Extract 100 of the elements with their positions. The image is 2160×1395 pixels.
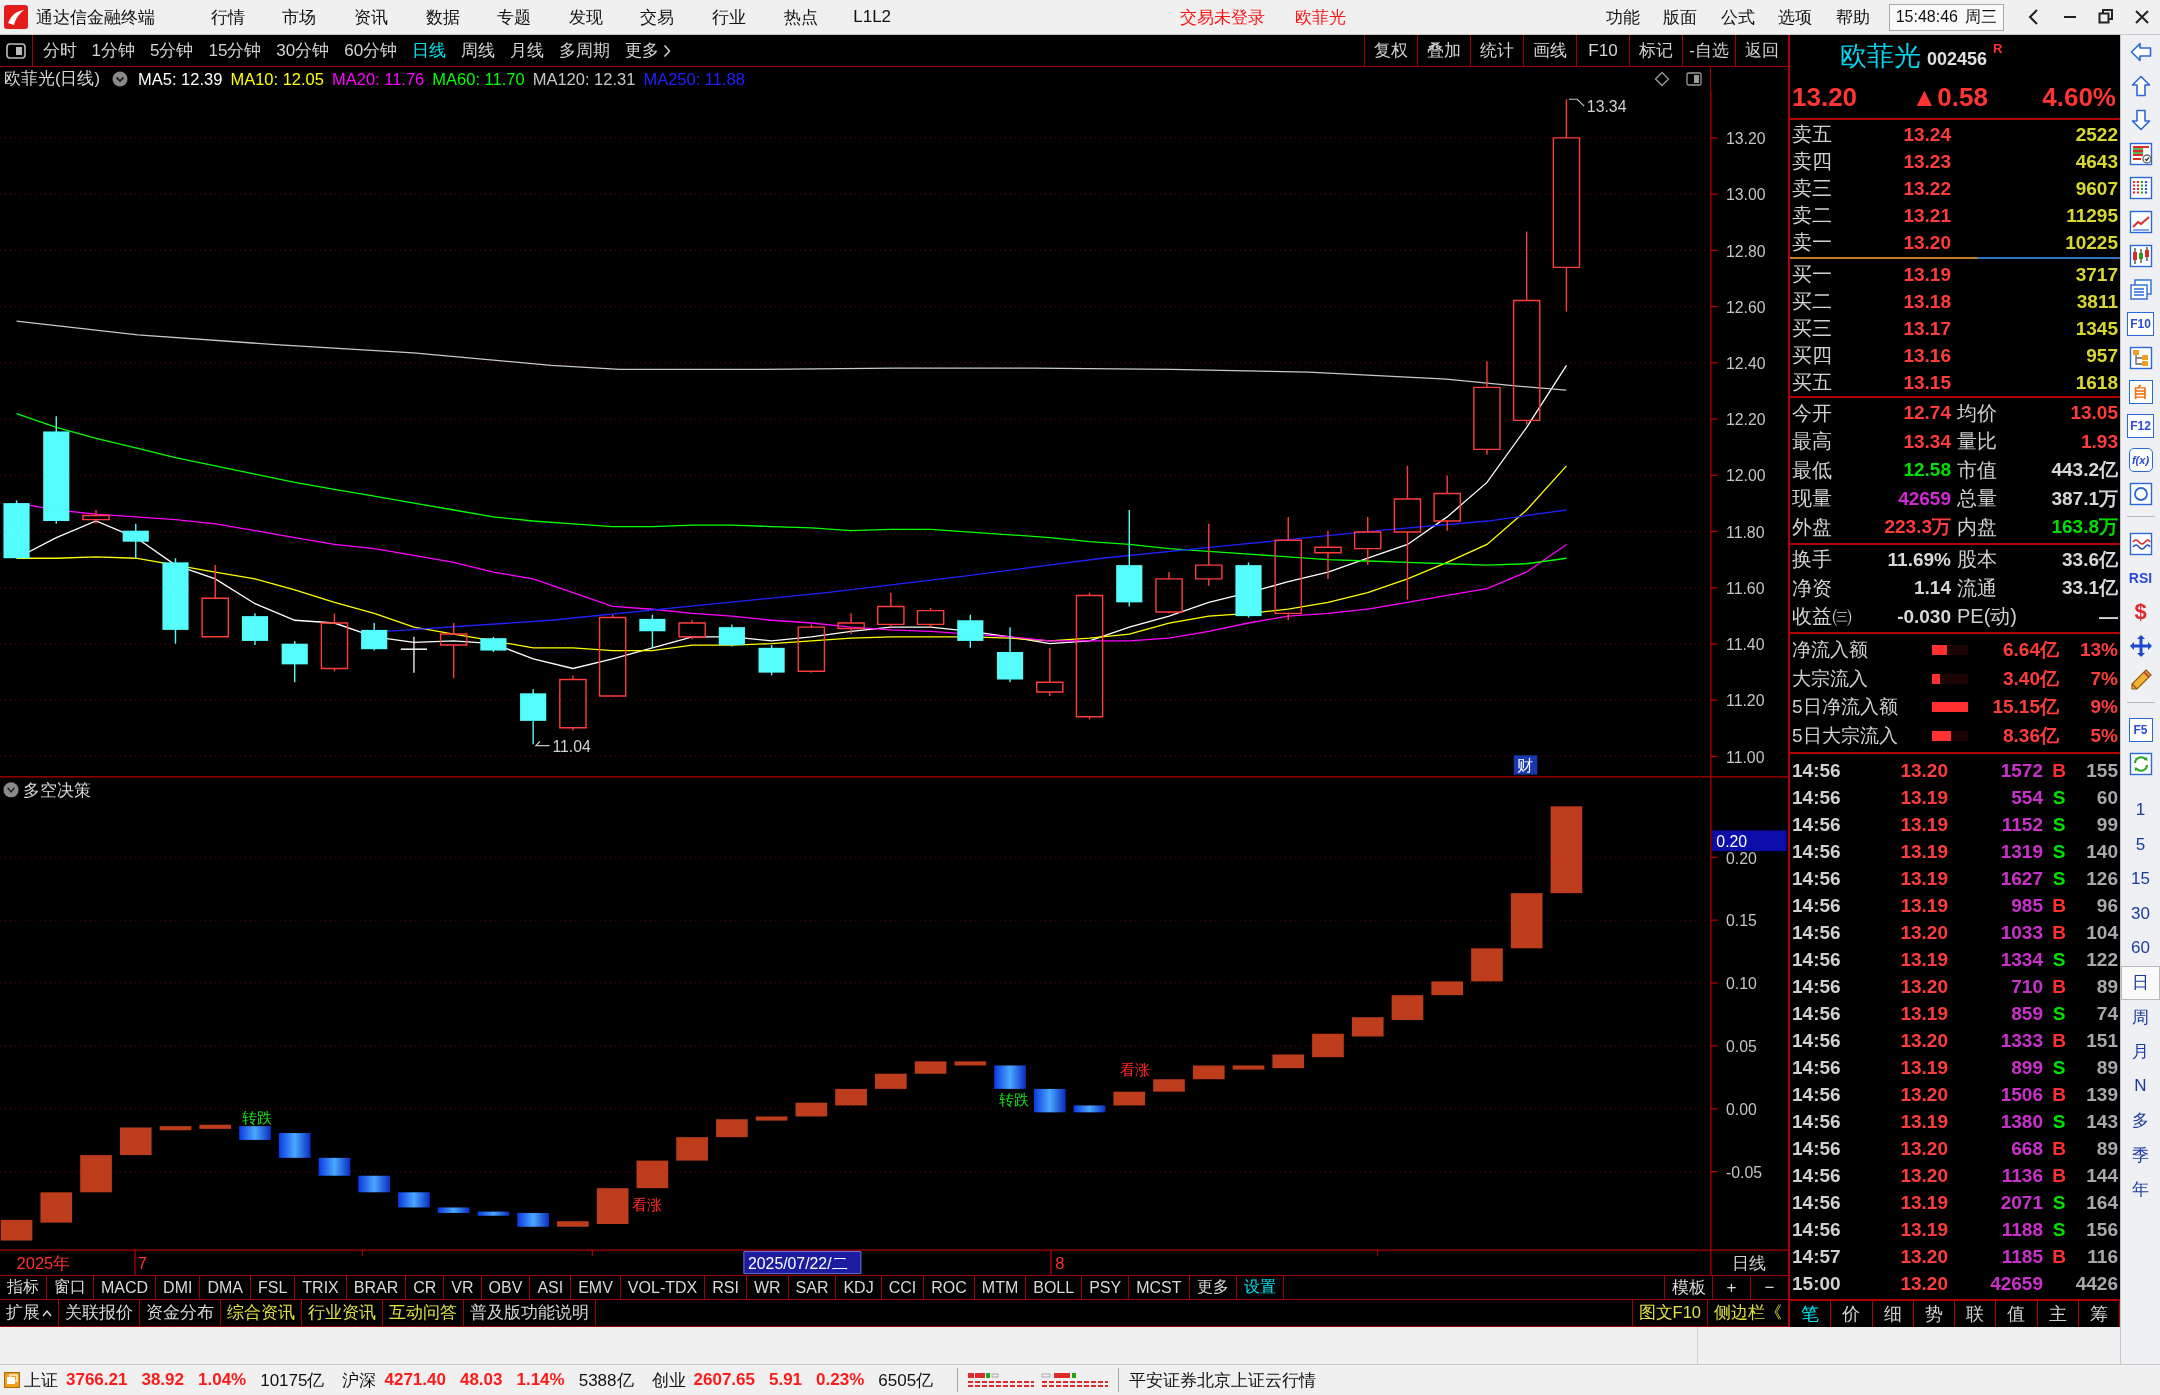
period-button[interactable]: 1 (2121, 793, 2160, 828)
line-chart-icon[interactable] (2128, 210, 2153, 234)
menu-item[interactable]: 发现 (549, 5, 622, 29)
chart-tool-button[interactable]: 叠加 (1417, 35, 1470, 66)
wave-chart-icon[interactable] (2128, 532, 2153, 556)
period-button[interactable]: 5 (2121, 827, 2160, 862)
table-icon[interactable] (2128, 142, 2153, 166)
indicator-tab[interactable]: KDJ (836, 1276, 882, 1299)
four-arrows-icon[interactable] (2128, 634, 2153, 658)
indicator-tab[interactable]: 指标 (0, 1276, 47, 1299)
chart-tool-button[interactable]: F10 (1576, 35, 1629, 66)
panel-link[interactable]: 关联报价 (59, 1300, 140, 1326)
period-tab[interactable]: 分时 (35, 39, 84, 62)
period-tab[interactable]: 60分钟 (336, 39, 405, 62)
left-arrow-icon[interactable] (2128, 40, 2153, 64)
menu-item[interactable]: 行情 (192, 5, 264, 29)
sidebar-tool-button[interactable]: F10 (2127, 312, 2154, 336)
indicator-tab[interactable]: EMV (571, 1276, 621, 1299)
panel-link[interactable]: 互动问答 (383, 1300, 464, 1326)
menu-item[interactable]: 热点 (764, 5, 837, 29)
menu-item[interactable]: 数据 (406, 5, 479, 29)
indicator-tab[interactable]: BOLL (1026, 1276, 1083, 1299)
period-button[interactable]: 周 (2121, 1000, 2160, 1035)
sidebar-tool-button[interactable]: F12 (2127, 414, 2154, 438)
indicator-tab[interactable]: BRAR (346, 1276, 407, 1299)
indicator-tab[interactable]: MACD (94, 1276, 157, 1299)
tree-icon[interactable] (2128, 346, 2153, 370)
indicator-tab[interactable]: FSL (251, 1276, 296, 1299)
diamond-icon[interactable] (1654, 71, 1670, 87)
indicator-tab[interactable]: OBV (481, 1276, 531, 1299)
chart-tool-button[interactable]: 复权 (1364, 35, 1417, 66)
period-tab[interactable]: 1分钟 (84, 39, 143, 62)
close-icon[interactable] (2134, 8, 2150, 26)
indicator-tab[interactable]: DMI (156, 1276, 201, 1299)
candlestick-icon[interactable] (2128, 244, 2153, 268)
menu-item[interactable]: 资讯 (335, 5, 407, 29)
info-badge[interactable]: 财 (1513, 755, 1538, 775)
period-tab[interactable]: 月线 (502, 39, 552, 62)
panel-link[interactable]: 图文F10 (1631, 1300, 1707, 1326)
menu-item[interactable]: L1L2 (836, 5, 908, 29)
menu-item[interactable]: 选项 (1766, 5, 1825, 29)
period-button[interactable]: 日 (2121, 965, 2160, 1000)
indicator-tab[interactable]: RSI (705, 1276, 747, 1299)
period-tab[interactable]: 更多 (617, 39, 679, 62)
sidebar-tool-button[interactable]: f(x) (2128, 448, 2153, 472)
period-button[interactable]: 年 (2121, 1172, 2160, 1207)
pencil-icon[interactable] (2128, 668, 2153, 692)
chart-tool-button[interactable]: 标记 (1629, 35, 1682, 66)
indicator-tab[interactable]: ASI (530, 1276, 572, 1299)
indicator-tab[interactable]: TRIX (295, 1276, 347, 1299)
period-tab[interactable]: 15分钟 (200, 39, 269, 62)
stacked-cards-icon[interactable] (2128, 278, 2153, 302)
indicator-tab[interactable]: VOL-TDX (620, 1276, 706, 1299)
period-button[interactable]: N (2121, 1069, 2160, 1104)
period-tab[interactable]: 周线 (453, 39, 503, 62)
menu-item[interactable]: 行业 (693, 5, 765, 29)
period-tab[interactable]: 多周期 (551, 39, 618, 62)
window-icon[interactable] (4, 1372, 20, 1388)
template-button[interactable]: + (1712, 1276, 1750, 1299)
panel-icon[interactable] (1686, 71, 1702, 87)
indicator-tab[interactable]: SAR (788, 1276, 837, 1299)
indicator-tab[interactable]: ROC (924, 1276, 975, 1299)
period-button[interactable]: 60 (2121, 931, 2160, 966)
settings-link[interactable]: 设置 (1236, 1276, 1284, 1299)
indicator-tab[interactable]: CCI (881, 1276, 925, 1299)
period-tab[interactable]: 日线 (404, 39, 454, 62)
indicator-tab[interactable]: CR (406, 1276, 445, 1299)
indicator-tab[interactable]: VR (444, 1276, 482, 1299)
period-button[interactable]: 月 (2121, 1034, 2160, 1069)
template-button[interactable]: 模板 (1664, 1276, 1712, 1299)
chart-tool-button[interactable]: 画线 (1523, 35, 1576, 66)
expand-button[interactable]: 扩展 (0, 1300, 59, 1326)
period-button[interactable]: 15 (2121, 862, 2160, 897)
chart-tool-button[interactable]: -自选 (1682, 35, 1735, 66)
period-button[interactable]: 多 (2121, 1103, 2160, 1138)
period-button[interactable]: 30 (2121, 896, 2160, 931)
menu-item[interactable]: 版面 (1651, 5, 1710, 29)
menu-item[interactable]: 交易 (621, 5, 694, 29)
panel-link[interactable]: 资金分布 (140, 1300, 221, 1326)
indicator-tab[interactable]: 更多 (1189, 1276, 1237, 1299)
menu-item[interactable]: 公式 (1709, 5, 1767, 29)
period-tab[interactable]: 5分钟 (142, 39, 201, 62)
chart-tool-button[interactable]: 统计 (1470, 35, 1523, 66)
period-tab[interactable]: 30分钟 (268, 39, 337, 62)
menu-item[interactable]: 帮助 (1824, 5, 1882, 29)
panel-toggle-icon[interactable] (6, 42, 26, 59)
refresh-icon[interactable] (2128, 752, 2153, 776)
panel-link[interactable]: 行业资讯 (302, 1300, 383, 1326)
dropdown-circle-icon[interactable] (112, 71, 128, 87)
indicator-tab[interactable]: MCST (1129, 1276, 1190, 1299)
indicator-tab[interactable]: 窗口 (47, 1276, 94, 1299)
sidebar-tool-button[interactable]: F5 (2128, 718, 2153, 742)
sidebar-tool-button[interactable]: $ (2128, 600, 2153, 624)
menu-item[interactable]: 功能 (1594, 5, 1652, 29)
menu-item[interactable]: 市场 (263, 5, 336, 29)
indicator-tab[interactable]: MTM (974, 1276, 1027, 1299)
indicator-tab[interactable]: PSY (1082, 1276, 1130, 1299)
panel-link[interactable]: 综合资讯 (221, 1300, 302, 1326)
grid-icon[interactable] (2128, 176, 2153, 200)
dropdown-circle-icon[interactable] (3, 782, 19, 798)
